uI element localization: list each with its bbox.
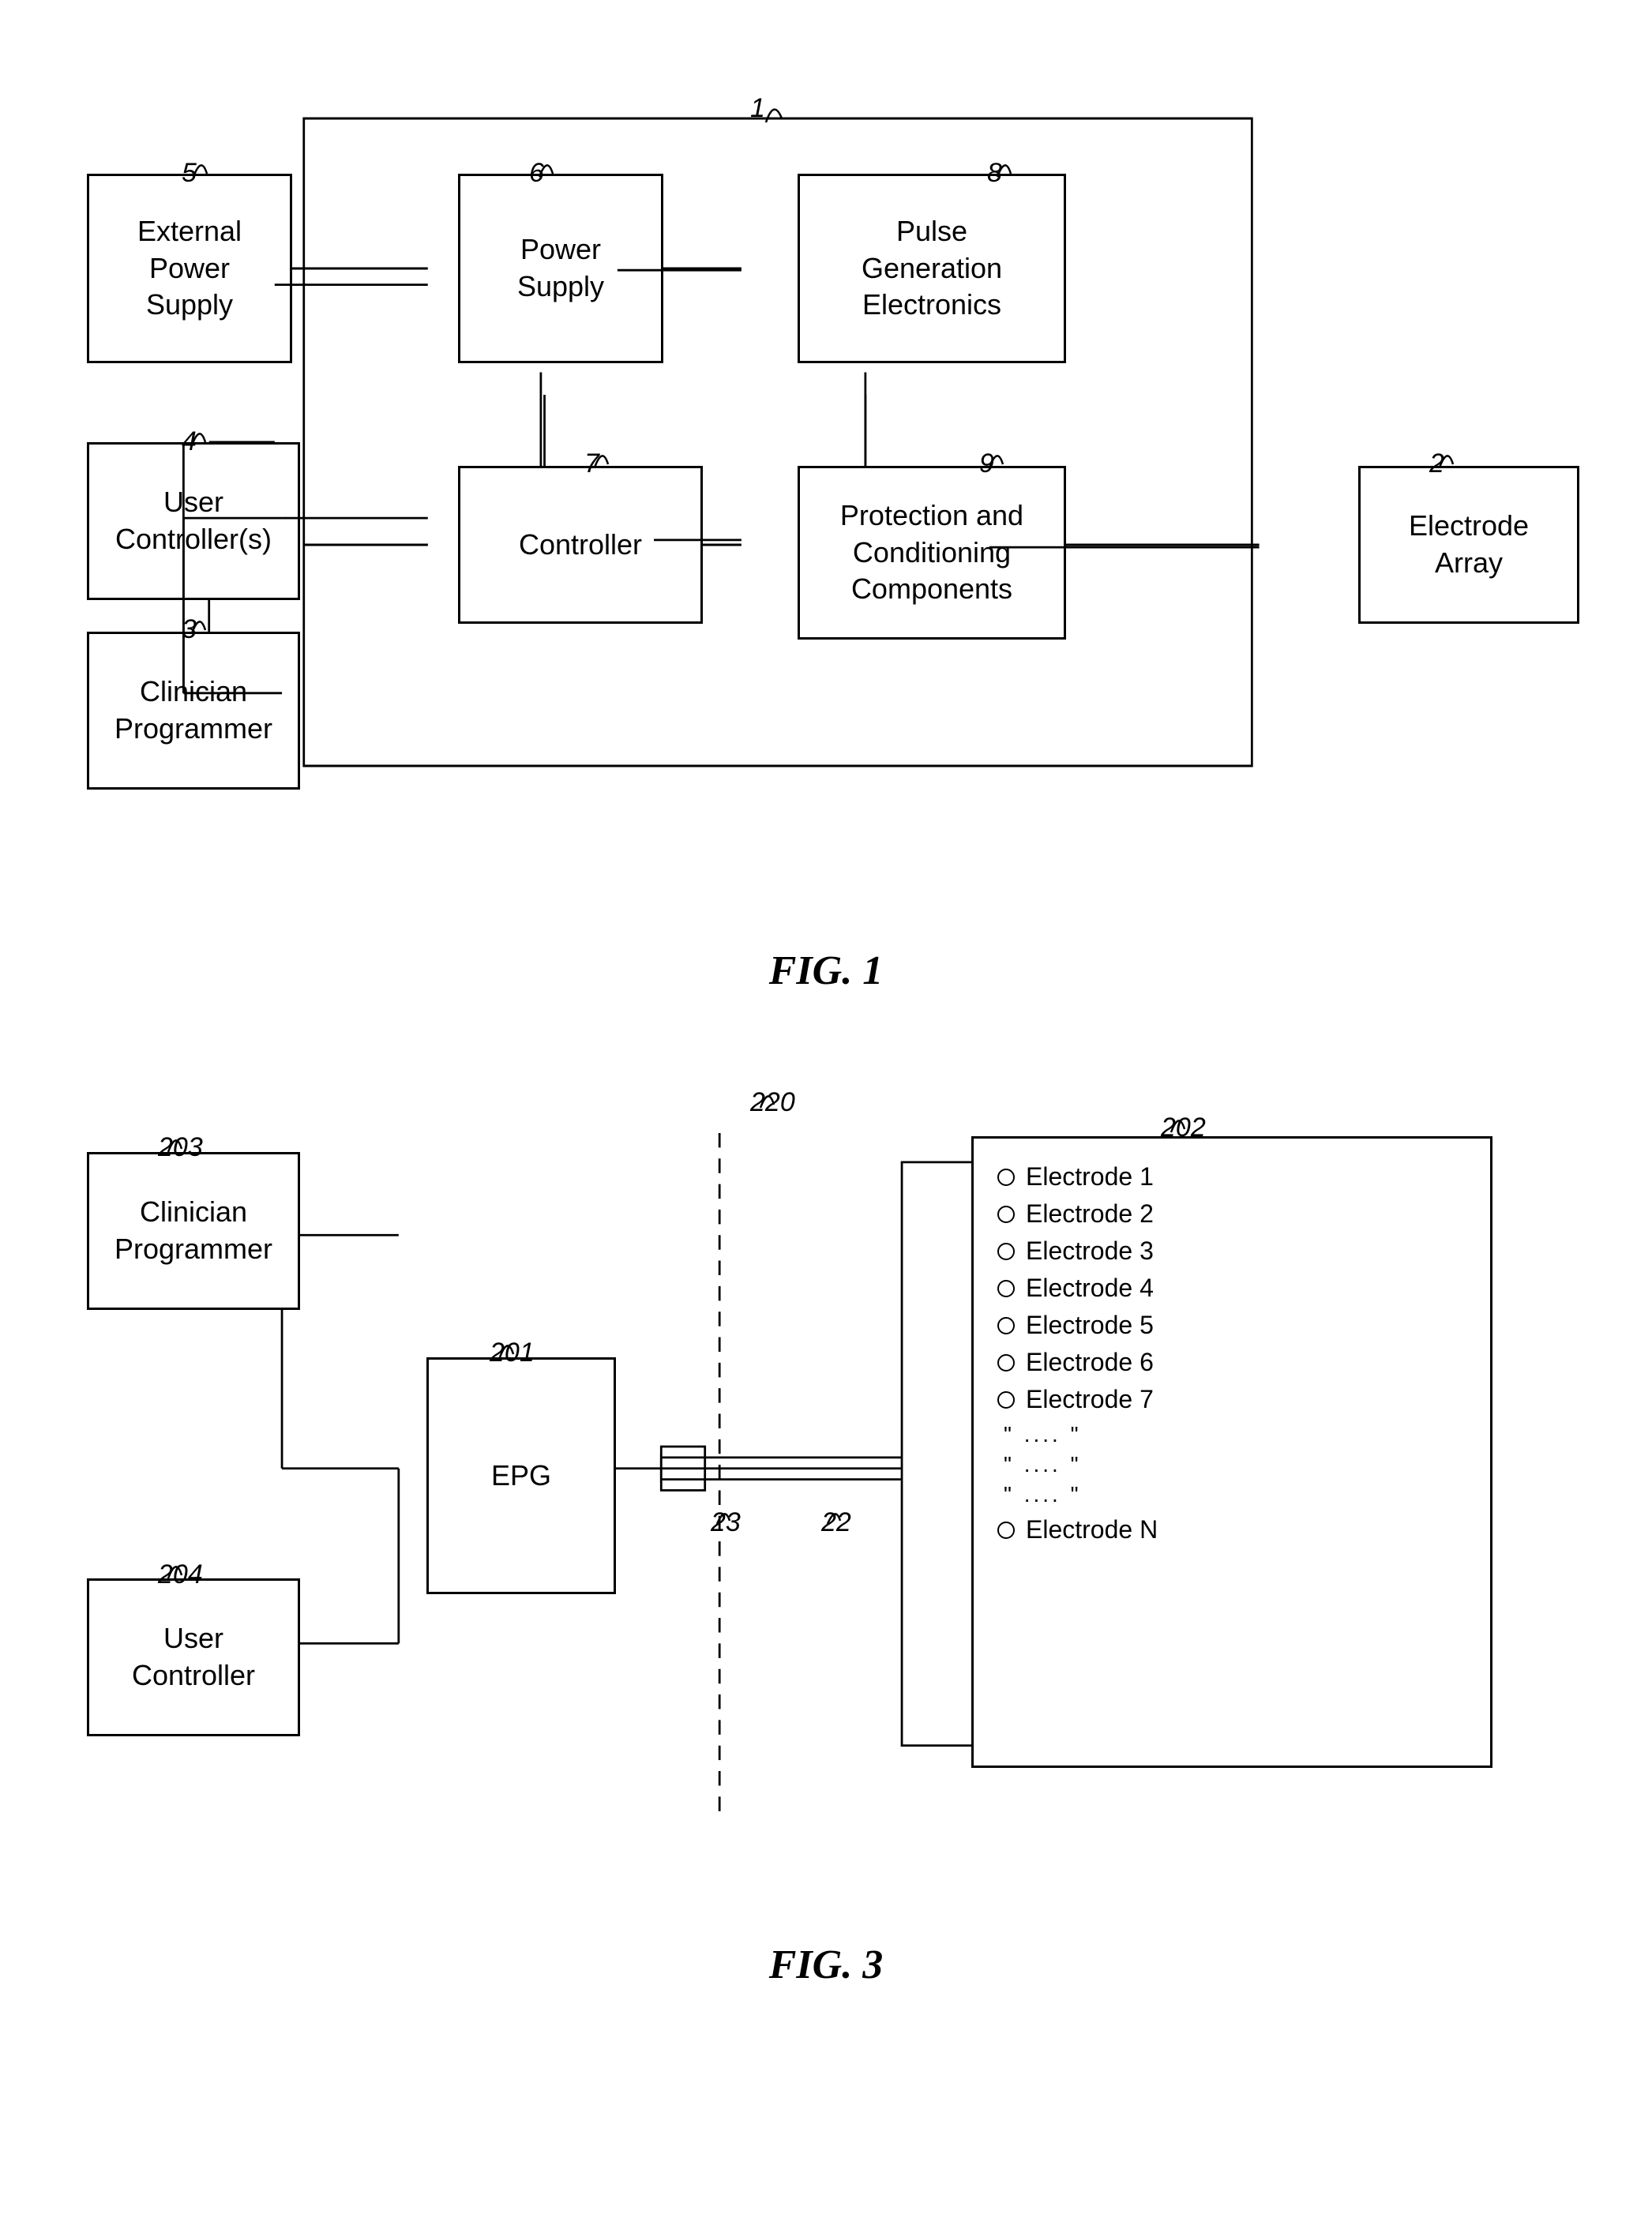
user-controller-box-fig3: User Controller bbox=[87, 1578, 300, 1736]
power-supply-box: Power Supply bbox=[458, 174, 663, 363]
fig1-label: FIG. 1 bbox=[63, 948, 1589, 994]
clinician-programmer-box-fig3: Clinician Programmer bbox=[87, 1152, 300, 1310]
fig3-label: FIG. 3 bbox=[63, 1942, 1589, 1988]
fig3-diagram: Clinician Programmer 203 EPG 201 User Co… bbox=[63, 1041, 1589, 1910]
protection-box: Protection and Conditioning Components bbox=[798, 466, 1066, 640]
electrode-array-fig3: Electrode 1 Electrode 2 Electrode 3 Elec… bbox=[971, 1136, 1492, 1768]
external-power-supply-box: External Power Supply bbox=[87, 174, 292, 363]
fig1-diagram: 1 External Power Supply 5 Power Supply 6… bbox=[63, 47, 1589, 916]
epg-box: EPG bbox=[426, 1357, 616, 1594]
ellipsis-row-3: " .... " bbox=[997, 1482, 1466, 1507]
ellipsis-row-2: " .... " bbox=[997, 1452, 1466, 1477]
electrode-1: Electrode 1 bbox=[997, 1162, 1466, 1191]
user-controller-box: User Controller(s) bbox=[87, 442, 300, 600]
controller-box: Controller bbox=[458, 466, 703, 624]
electrode-array-box-fig1: Electrode Array bbox=[1358, 466, 1579, 624]
electrode-2: Electrode 2 bbox=[997, 1199, 1466, 1229]
electrode-n: Electrode N bbox=[997, 1515, 1466, 1544]
clinician-programmer-box-fig1: Clinician Programmer bbox=[87, 632, 300, 790]
electrode-3: Electrode 3 bbox=[997, 1236, 1466, 1266]
electrode-4: Electrode 4 bbox=[997, 1274, 1466, 1303]
pulse-gen-box: Pulse Generation Electronics bbox=[798, 174, 1066, 363]
electrode-5: Electrode 5 bbox=[997, 1311, 1466, 1340]
electrode-6: Electrode 6 bbox=[997, 1348, 1466, 1377]
electrode-7: Electrode 7 bbox=[997, 1385, 1466, 1414]
ellipsis-row-1: " .... " bbox=[997, 1422, 1466, 1447]
